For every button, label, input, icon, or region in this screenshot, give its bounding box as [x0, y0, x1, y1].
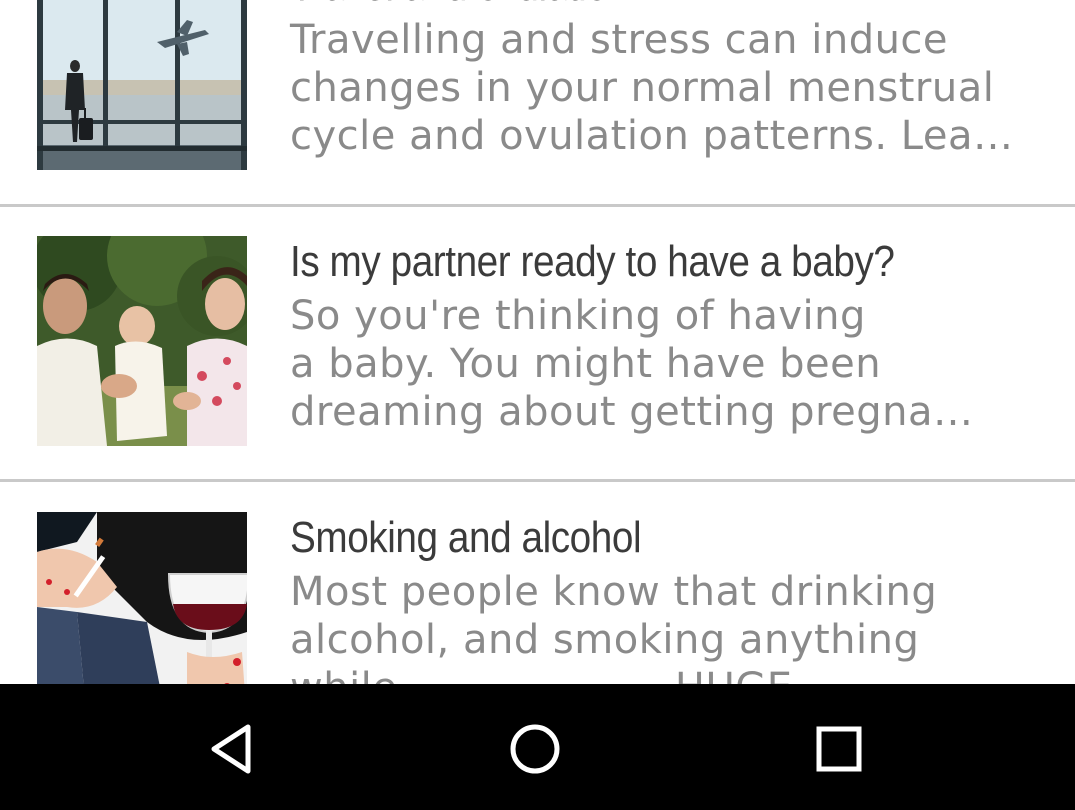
snippet-line: alcohol, and smoking anything [290, 617, 920, 663]
snippet-line: So you're thinking of having [290, 293, 866, 339]
article-title: Travel and ovulation [290, 0, 959, 14]
snippet-line: Most people know that drinking [290, 569, 938, 615]
article-card-travel[interactable]: Travel and ovulation Travelling and stre… [0, 0, 1075, 202]
article-card-smoking-alcohol[interactable]: Smoking and alcohol Most people know tha… [0, 482, 1075, 684]
home-circle-icon [510, 724, 560, 774]
article-thumbnail [37, 0, 247, 170]
article-title: Smoking and alcohol [290, 513, 642, 562]
article-thumbnail [37, 512, 247, 684]
snippet-line: while ..... ..... ....... HUGE ... [290, 664, 1050, 684]
back-triangle-icon [211, 724, 251, 774]
snippet-line: Travelling and stress can induce [290, 17, 949, 63]
article-snippet: So you're thinking of having a baby. You… [290, 292, 1050, 436]
family-with-baby-image [37, 236, 247, 446]
back-button[interactable] [187, 704, 277, 794]
snippet-line: dreaming about getting pregna… [290, 389, 974, 435]
snippet-line: changes in your normal menstrual [290, 65, 995, 111]
article-list: Travel and ovulation Travelling and stre… [0, 0, 1075, 684]
app-screen: Travel and ovulation Travelling and stre… [0, 0, 1075, 810]
article-snippet: Travelling and stress can induce changes… [290, 16, 1050, 160]
airport-traveler-image [37, 0, 247, 170]
recents-square-icon [816, 726, 862, 772]
article-snippet: Most people know that drinking alcohol, … [290, 568, 1050, 684]
article-title: Is my partner ready to have a baby? [290, 237, 895, 286]
recents-button[interactable] [794, 704, 884, 794]
article-card-partner-ready[interactable]: Is my partner ready to have a baby? So y… [0, 206, 1075, 478]
snippet-line: cycle and ovulation patterns. Lea… [290, 113, 1014, 159]
snippet-line: a baby. You might have been [290, 341, 882, 387]
article-thumbnail [37, 236, 247, 446]
home-button[interactable] [490, 704, 580, 794]
cigarette-and-wine-image [37, 512, 247, 684]
system-navigation-bar [0, 684, 1075, 810]
